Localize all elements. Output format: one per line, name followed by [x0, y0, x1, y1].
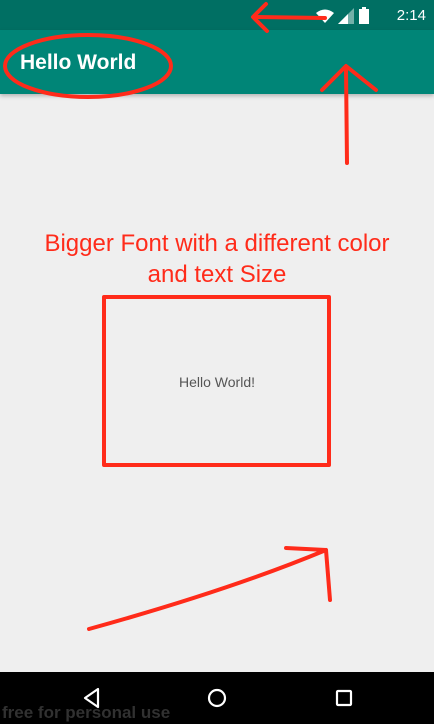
home-circle-icon[interactable] [199, 682, 235, 714]
annotation-line-2: and text Size [147, 261, 287, 288]
app-title: Hello World [20, 51, 137, 74]
wifi-icon [316, 9, 334, 23]
annotation-line-1: Bigger Font with a different color [44, 230, 390, 257]
status-bar: 2:14 [0, 0, 434, 30]
status-time: 2:14 [396, 7, 426, 24]
watermark-text: free for personal use [2, 703, 171, 722]
annotation-note: Bigger Font with a different color and t… [0, 228, 434, 290]
status-icons [316, 7, 369, 24]
recents-square-icon[interactable] [326, 682, 362, 714]
signal-icon [338, 8, 354, 24]
battery-icon [359, 7, 369, 24]
hello-text: Hello World! [179, 374, 255, 390]
